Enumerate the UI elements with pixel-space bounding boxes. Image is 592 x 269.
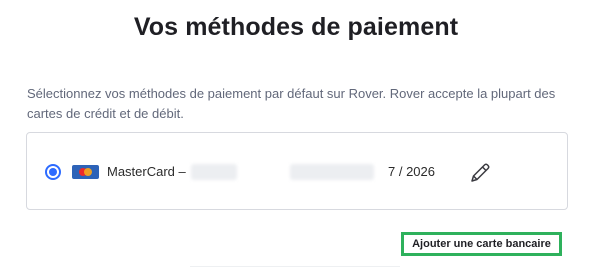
add-card-button[interactable]: Ajouter une carte bancaire	[401, 232, 562, 256]
payment-method-radio[interactable]	[45, 164, 61, 180]
redacted-cardholder-name	[290, 164, 374, 180]
mastercard-orange-circle	[84, 168, 92, 176]
intro-text: Sélectionnez vos méthodes de paiement pa…	[27, 86, 556, 121]
payment-method-card: MasterCard – 7 / 2026	[26, 132, 568, 210]
divider	[190, 266, 400, 267]
mastercard-icon	[72, 165, 99, 179]
card-expiry: 7 / 2026	[388, 164, 435, 179]
redacted-card-number	[191, 164, 237, 180]
page-title: Vos méthodes de paiement	[133, 13, 459, 41]
card-brand-label: MasterCard –	[107, 164, 186, 179]
pencil-icon[interactable]	[467, 160, 493, 186]
